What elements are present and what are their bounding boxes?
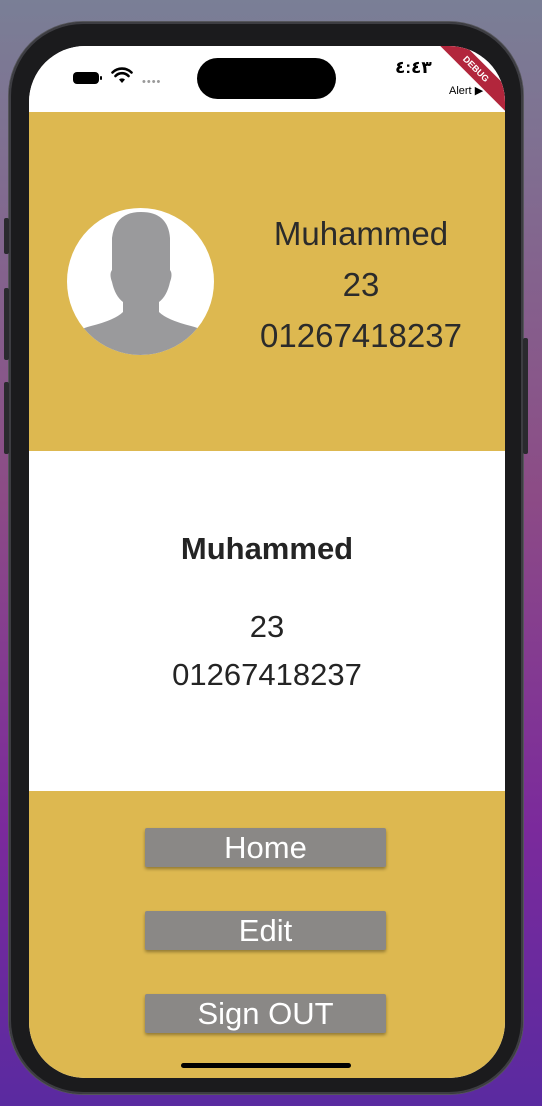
profile-header: Muhammed 23 01267418237 bbox=[29, 112, 505, 451]
status-bar: •••• ٤:٤٣ Alert ▶ DEBUG bbox=[29, 46, 505, 115]
cellular-signal-icon: •••• bbox=[142, 76, 162, 88]
header-name: Muhammed bbox=[273, 215, 449, 252]
side-button-volume-down bbox=[4, 382, 9, 454]
side-button-power bbox=[523, 338, 528, 454]
person-silhouette-icon bbox=[67, 212, 214, 355]
card-name: Muhammed bbox=[180, 531, 354, 566]
card-phone: 01267418237 bbox=[172, 657, 362, 692]
wifi-icon bbox=[111, 67, 133, 83]
home-button[interactable]: Home bbox=[145, 828, 386, 867]
dynamic-island bbox=[197, 58, 336, 99]
avatar bbox=[67, 208, 214, 355]
card-age: 23 bbox=[249, 609, 285, 644]
back-to-app-link[interactable]: Alert ▶ bbox=[449, 84, 483, 97]
debug-banner: DEBUG bbox=[430, 46, 505, 115]
status-time: ٤:٤٣ bbox=[395, 58, 432, 77]
side-button-mute bbox=[4, 218, 9, 254]
battery-icon bbox=[73, 72, 102, 84]
profile-card: Muhammed 23 01267418237 bbox=[29, 451, 505, 791]
edit-button[interactable]: Edit bbox=[145, 911, 386, 950]
header-phone: 01267418237 bbox=[260, 317, 462, 354]
app-screen: •••• ٤:٤٣ Alert ▶ DEBUG Muhammed 23 0126… bbox=[29, 46, 505, 1078]
back-to-app-label: Alert bbox=[449, 85, 472, 97]
sign-out-button[interactable]: Sign OUT bbox=[145, 994, 386, 1033]
actions-section: Home Edit Sign OUT bbox=[29, 791, 505, 1078]
home-indicator[interactable] bbox=[181, 1063, 351, 1068]
header-age: 23 bbox=[342, 266, 380, 303]
header-info: Muhammed 23 01267418237 bbox=[237, 208, 485, 361]
side-button-volume-up bbox=[4, 288, 9, 360]
